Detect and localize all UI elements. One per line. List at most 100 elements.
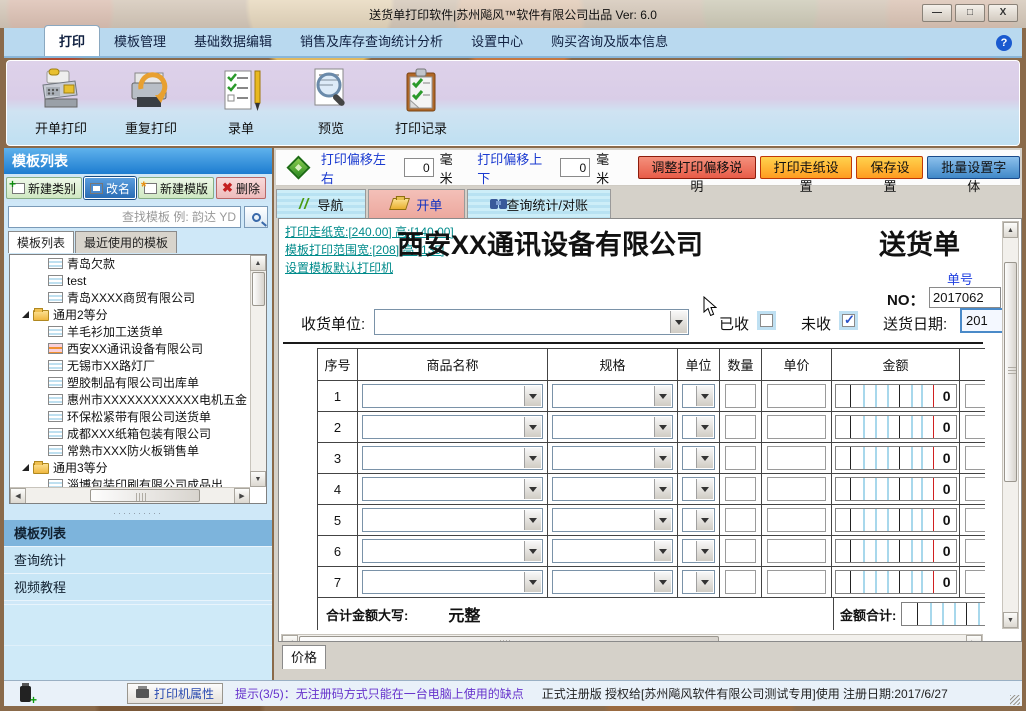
- quantity-input[interactable]: [725, 446, 756, 470]
- spec-combobox[interactable]: [552, 539, 673, 563]
- spec-combobox[interactable]: [552, 446, 673, 470]
- scroll-down-icon[interactable]: ▼: [1003, 612, 1018, 628]
- sidebar-action-button[interactable]: 新建类别: [6, 177, 82, 199]
- dropdown-button[interactable]: [670, 311, 687, 333]
- help-icon[interactable]: ?: [996, 35, 1012, 51]
- extra-input[interactable]: [965, 415, 985, 439]
- maximize-button[interactable]: □: [955, 4, 985, 22]
- scroll-left-icon[interactable]: ◀: [282, 635, 298, 642]
- sidebar-nav-item[interactable]: 查询统计: [4, 547, 272, 574]
- document-tab[interactable]: 查询统计/对账: [467, 189, 611, 218]
- search-button[interactable]: [244, 206, 268, 228]
- dropdown-button[interactable]: [654, 417, 671, 437]
- product-name-combobox[interactable]: [362, 539, 543, 563]
- quantity-input[interactable]: [725, 539, 756, 563]
- tree-item[interactable]: 淄博包装印刷有限公司成品出: [10, 476, 250, 487]
- tree-item[interactable]: 青岛欠款: [10, 255, 250, 272]
- product-name-combobox[interactable]: [362, 570, 543, 594]
- unit-price-input[interactable]: [767, 384, 826, 408]
- form-vscroll-thumb[interactable]: [1004, 262, 1017, 482]
- dropdown-button[interactable]: [654, 541, 671, 561]
- offset-ud-input[interactable]: [560, 158, 590, 177]
- tree-item[interactable]: test: [10, 272, 250, 289]
- scroll-right-icon[interactable]: ▶: [966, 635, 982, 642]
- offset-bar-button[interactable]: 调整打印偏移说明: [638, 156, 756, 179]
- dropdown-button[interactable]: [696, 386, 713, 406]
- product-name-combobox[interactable]: [362, 508, 543, 532]
- expand-arrow-icon[interactable]: [22, 311, 29, 318]
- sidebar-nav-item[interactable]: 模板列表: [4, 520, 272, 547]
- unreceived-checkbox[interactable]: [842, 314, 855, 327]
- minimize-button[interactable]: —: [922, 4, 952, 22]
- tree-vscroll-thumb[interactable]: [252, 272, 265, 306]
- menu-tab[interactable]: 设置中心: [457, 26, 537, 56]
- unit-combobox[interactable]: [682, 539, 715, 563]
- form-hscroll-thumb[interactable]: [299, 636, 719, 642]
- extra-input[interactable]: [965, 477, 985, 501]
- product-name-combobox[interactable]: [362, 384, 543, 408]
- document-tab[interactable]: 开单: [368, 189, 465, 218]
- tree-folder[interactable]: 通用3等分: [10, 459, 250, 476]
- offset-bar-button[interactable]: 保存设置: [856, 156, 923, 179]
- dropdown-button[interactable]: [696, 510, 713, 530]
- tree-vertical-scrollbar[interactable]: ▲ ▼: [250, 255, 266, 487]
- spec-combobox[interactable]: [552, 477, 673, 501]
- tree-folder[interactable]: 通用2等分: [10, 306, 250, 323]
- menu-tab[interactable]: 销售及库存查询统计分析: [286, 26, 457, 56]
- form-vertical-scrollbar[interactable]: ▲ ▼: [1002, 221, 1019, 629]
- tree-item[interactable]: 成都XXX纸箱包装有限公司: [10, 425, 250, 442]
- sidebar-tab[interactable]: 最近使用的模板: [75, 231, 177, 253]
- tree-item[interactable]: 无锡市XX路灯厂: [10, 357, 250, 374]
- dropdown-button[interactable]: [654, 510, 671, 530]
- dropdown-button[interactable]: [524, 417, 541, 437]
- scroll-up-icon[interactable]: ▲: [1003, 222, 1018, 238]
- close-button[interactable]: X: [988, 4, 1018, 22]
- sidebar-action-button[interactable]: 改名: [84, 177, 136, 199]
- quantity-input[interactable]: [725, 415, 756, 439]
- tree-horizontal-scrollbar[interactable]: ◀ ▶: [10, 487, 250, 503]
- tree-item[interactable]: 塑胶制品有限公司出库单: [10, 374, 250, 391]
- unit-combobox[interactable]: [682, 477, 715, 501]
- unit-combobox[interactable]: [682, 384, 715, 408]
- receiver-combobox[interactable]: [374, 309, 689, 335]
- scroll-down-icon[interactable]: ▼: [250, 471, 266, 487]
- dropdown-button[interactable]: [696, 448, 713, 468]
- tree-item[interactable]: 常熟市XXX防火板销售单: [10, 442, 250, 459]
- sidebar-tab[interactable]: 模板列表: [8, 231, 74, 253]
- dropdown-button[interactable]: [696, 541, 713, 561]
- unit-price-input[interactable]: [767, 570, 826, 594]
- form-horizontal-scrollbar[interactable]: ◀ ▶: [281, 634, 983, 642]
- received-checkbox[interactable]: [760, 314, 773, 327]
- toolbar-button[interactable]: 重复打印: [113, 67, 189, 137]
- expand-arrow-icon[interactable]: [22, 464, 29, 471]
- dropdown-button[interactable]: [524, 448, 541, 468]
- dropdown-button[interactable]: [524, 572, 541, 592]
- product-name-combobox[interactable]: [362, 477, 543, 501]
- resize-grip[interactable]: [1010, 695, 1020, 705]
- tree-item[interactable]: 青岛XXXX商贸有限公司: [10, 289, 250, 306]
- sidebar-splitter[interactable]: ··········: [4, 508, 272, 518]
- menu-tab[interactable]: 打印: [44, 25, 100, 56]
- template-search-input[interactable]: [8, 206, 241, 228]
- menu-tab[interactable]: 模板管理: [100, 26, 180, 56]
- tree-item[interactable]: 惠州市XXXXXXXXXXXX电机五金: [10, 391, 250, 408]
- printer-properties-button[interactable]: 打印机属性: [127, 683, 223, 704]
- dropdown-button[interactable]: [696, 479, 713, 499]
- dropdown-button[interactable]: [524, 510, 541, 530]
- spec-combobox[interactable]: [552, 415, 673, 439]
- dropdown-button[interactable]: [654, 386, 671, 406]
- dropdown-button[interactable]: [696, 417, 713, 437]
- scroll-left-icon[interactable]: ◀: [10, 488, 26, 504]
- tree-item[interactable]: 环保松紧带有限公司送货单: [10, 408, 250, 425]
- document-tab[interactable]: //导航: [276, 189, 366, 218]
- unit-price-input[interactable]: [767, 415, 826, 439]
- unit-combobox[interactable]: [682, 415, 715, 439]
- offset-bar-button[interactable]: 打印走纸设置: [760, 156, 853, 179]
- menu-tab[interactable]: 基础数据编辑: [180, 26, 286, 56]
- dropdown-button[interactable]: [524, 541, 541, 561]
- tree-item[interactable]: 西安XX通讯设备有限公司: [10, 340, 250, 357]
- dropdown-button[interactable]: [524, 479, 541, 499]
- unit-price-input[interactable]: [767, 539, 826, 563]
- spec-combobox[interactable]: [552, 570, 673, 594]
- unit-price-input[interactable]: [767, 477, 826, 501]
